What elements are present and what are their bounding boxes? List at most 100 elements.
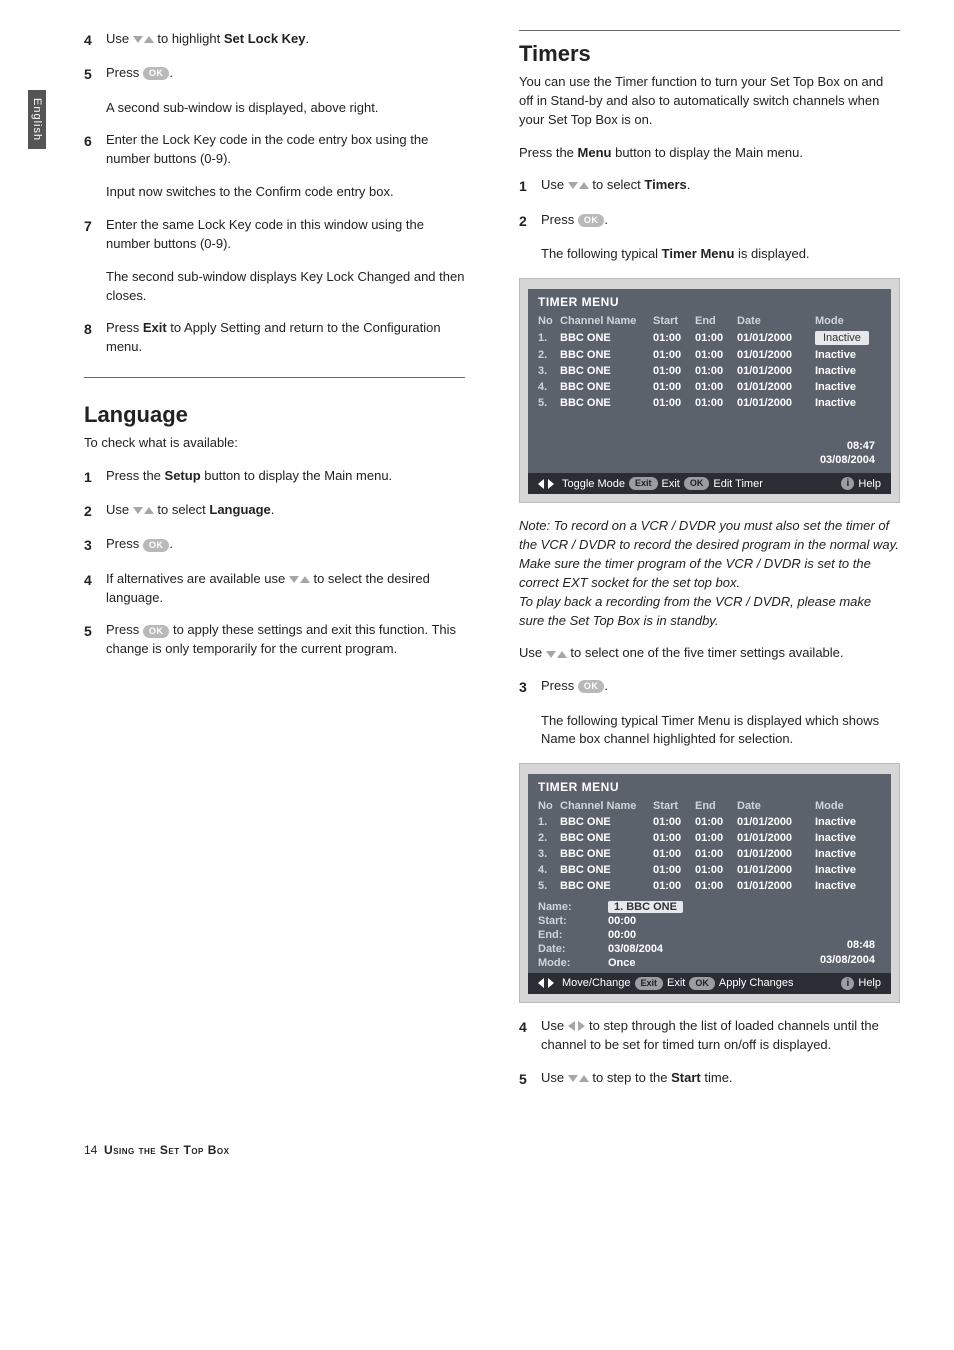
foot-action: Edit Timer bbox=[713, 478, 763, 490]
step-body: Enter the same Lock Key code in this win… bbox=[106, 216, 465, 254]
ok-icon: OK bbox=[689, 977, 715, 990]
footer-title: Using the Set Top Box bbox=[104, 1143, 229, 1157]
step-number: 6 bbox=[84, 131, 106, 169]
clock: 08:47 03/08/2004 bbox=[528, 411, 891, 474]
text: to select bbox=[592, 177, 644, 192]
info-icon: i bbox=[841, 477, 854, 490]
menu-footer: Toggle Mode Exit Exit OK Edit Timer i He… bbox=[528, 473, 891, 494]
table-row: 2.BBC ONE01:0001:0001/01/2000Inactive bbox=[528, 347, 891, 363]
step-number: 2 bbox=[519, 211, 541, 231]
edit-label: Name: bbox=[538, 901, 608, 913]
paragraph: The second sub-window displays Key Lock … bbox=[106, 268, 465, 306]
heading-language: Language bbox=[84, 402, 465, 428]
text: Press the bbox=[106, 468, 165, 483]
table-row: 3.BBC ONE01:0001:0001/01/2000Inactive bbox=[528, 846, 891, 862]
step-body: Use to select Language. bbox=[106, 501, 465, 521]
text: to highlight bbox=[157, 31, 224, 46]
text: button to display the Main menu. bbox=[611, 145, 803, 160]
exit-icon: Exit bbox=[629, 477, 658, 490]
step-body: Press OK to apply these settings and exi… bbox=[106, 621, 465, 659]
text: Press bbox=[106, 320, 143, 335]
timer-menu-screenshot-1: TIMER MENU No Channel Name Start End Dat… bbox=[519, 278, 900, 504]
step-number: 4 bbox=[84, 570, 106, 608]
step-body: Use to step through the list of loaded c… bbox=[541, 1017, 900, 1055]
divider bbox=[519, 30, 900, 31]
menu-title: TIMER MENU bbox=[528, 289, 891, 313]
text: to select bbox=[157, 502, 209, 517]
text-bold: Timer Menu bbox=[662, 246, 735, 261]
ok-icon: OK bbox=[143, 539, 170, 552]
step-body: Press OK. bbox=[106, 535, 465, 555]
foot-action: Apply Changes bbox=[719, 977, 794, 989]
step-body: Press OK. bbox=[106, 64, 465, 84]
paragraph: The following typical Timer Menu is disp… bbox=[541, 712, 900, 750]
right-arrow-icon bbox=[548, 978, 554, 988]
exit-icon: Exit bbox=[635, 977, 664, 990]
ok-icon: OK bbox=[578, 680, 605, 693]
clock-date: 03/08/2004 bbox=[820, 953, 875, 967]
foot-exit: Exit bbox=[667, 977, 685, 989]
text: . bbox=[271, 502, 275, 517]
paragraph: Use to select one of the five timer sett… bbox=[519, 644, 900, 663]
step-number: 7 bbox=[84, 216, 106, 254]
text-bold: Language bbox=[209, 502, 270, 517]
text-bold: Exit bbox=[143, 320, 167, 335]
paragraph: A second sub-window is displayed, above … bbox=[106, 99, 465, 118]
text: . bbox=[604, 678, 608, 693]
foot-toggle: Toggle Mode bbox=[562, 478, 625, 490]
paragraph: You can use the Timer function to turn y… bbox=[519, 73, 900, 130]
left-arrow-icon bbox=[538, 479, 544, 489]
down-up-arrow-icon bbox=[133, 31, 154, 46]
col-mode: Mode bbox=[815, 800, 881, 812]
paragraph: To check what is available: bbox=[84, 434, 465, 453]
step-body: Press OK. bbox=[541, 211, 900, 231]
menu-title: TIMER MENU bbox=[528, 774, 891, 798]
right-column: Timers You can use the Timer function to… bbox=[519, 30, 900, 1103]
step-number: 4 bbox=[519, 1017, 541, 1055]
text: Press bbox=[106, 65, 143, 80]
step-number: 3 bbox=[84, 535, 106, 555]
col-start: Start bbox=[653, 315, 695, 327]
step-body: Press OK. bbox=[541, 677, 900, 697]
ok-icon: OK bbox=[684, 477, 710, 490]
foot-toggle: Move/Change bbox=[562, 977, 631, 989]
col-no: No bbox=[538, 315, 560, 327]
edit-label: Start: bbox=[538, 915, 608, 927]
step-body: If alternatives are available use to sel… bbox=[106, 570, 465, 608]
col-date: Date bbox=[737, 800, 815, 812]
table-header: No Channel Name Start End Date Mode bbox=[528, 798, 891, 814]
table-row: 5.BBC ONE01:0001:0001/01/2000Inactive bbox=[528, 395, 891, 411]
step-number: 1 bbox=[519, 176, 541, 196]
foot-exit: Exit bbox=[662, 478, 680, 490]
col-date: Date bbox=[737, 315, 815, 327]
col-name: Channel Name bbox=[560, 800, 653, 812]
text: Press bbox=[106, 536, 143, 551]
paragraph: Input now switches to the Confirm code e… bbox=[106, 183, 465, 202]
text-bold: Timers bbox=[644, 177, 686, 192]
text: The following typical bbox=[541, 246, 662, 261]
clock: 08:48 03/08/2004 bbox=[810, 894, 891, 973]
info-icon: i bbox=[841, 977, 854, 990]
step-body: Enter the Lock Key code in the code entr… bbox=[106, 131, 465, 169]
text: . bbox=[687, 177, 691, 192]
step-body: Use to select Timers. bbox=[541, 176, 900, 196]
col-mode: Mode bbox=[815, 315, 881, 327]
step-number: 5 bbox=[84, 621, 106, 659]
step-number: 3 bbox=[519, 677, 541, 697]
right-arrow-icon bbox=[548, 479, 554, 489]
ok-icon: OK bbox=[143, 67, 170, 80]
text: If alternatives are available use bbox=[106, 571, 289, 586]
foot-help: Help bbox=[858, 478, 881, 490]
edit-label: Mode: bbox=[538, 957, 608, 969]
text: . bbox=[169, 65, 173, 80]
clock-date: 03/08/2004 bbox=[538, 453, 875, 467]
down-up-arrow-icon bbox=[289, 571, 310, 586]
clock-time: 08:48 bbox=[820, 938, 875, 952]
text: to step through the list of loaded chann… bbox=[541, 1018, 879, 1052]
edit-value: 1. BBC ONE bbox=[608, 901, 683, 913]
heading-timers: Timers bbox=[519, 41, 900, 67]
text: Use bbox=[519, 645, 546, 660]
edit-value: Once bbox=[608, 957, 800, 969]
down-up-arrow-icon bbox=[568, 1070, 589, 1085]
ok-icon: OK bbox=[143, 625, 170, 638]
